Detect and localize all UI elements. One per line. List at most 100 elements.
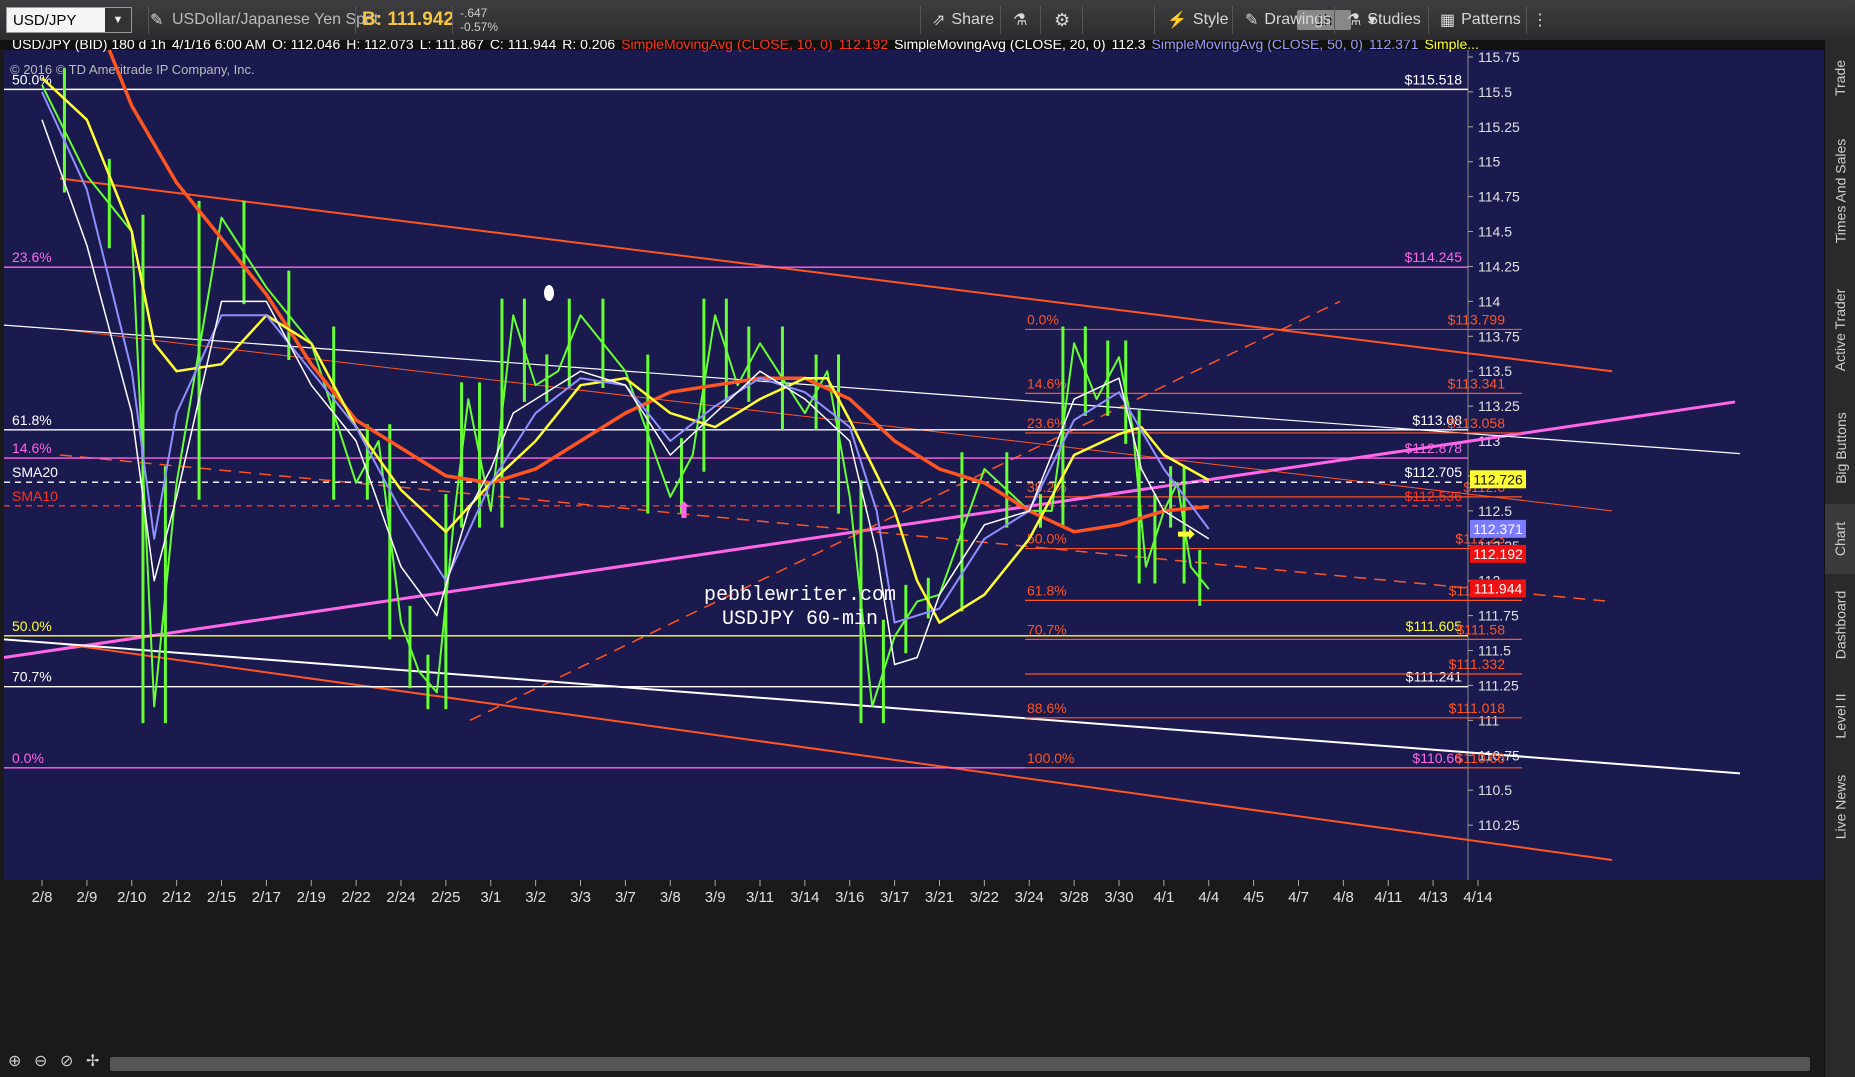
studies-button[interactable]: ⚗ Studies <box>1347 0 1421 40</box>
x-tick-label: 2/22 <box>342 889 371 906</box>
toolbar: USD/JPY ▼ ✎ USDollar/Japanese Yen Spot B… <box>0 0 1855 41</box>
sidebar-tab-dashboard[interactable]: Dashboard <box>1825 575 1855 675</box>
x-tick-label: 2/9 <box>76 889 97 906</box>
x-tick-label: 3/28 <box>1060 889 1089 906</box>
fib-label: 23.6% <box>1027 415 1067 431</box>
y-tick-label: 115.25 <box>1478 119 1520 135</box>
x-tick-label: 2/12 <box>162 889 191 906</box>
x-tick-label: 4/11 <box>1374 889 1402 906</box>
sidebar-tab-big-buttons[interactable]: Big Buttons <box>1825 393 1855 503</box>
cursor-icon[interactable]: ✢ <box>86 1051 99 1071</box>
x-tick-label: 3/9 <box>705 889 726 906</box>
drawings-label: Drawings <box>1264 11 1332 28</box>
level-price: $111.605 <box>1406 618 1463 634</box>
price-tag-label: 112.726 <box>1473 471 1523 487</box>
patterns-icon: ▦ <box>1440 12 1456 29</box>
y-tick-label: 110.5 <box>1478 782 1512 798</box>
x-tick-label: 4/5 <box>1243 889 1264 906</box>
flask-icon: ⚗ <box>1347 12 1362 29</box>
sidebar-tab-active-trader[interactable]: Active Trader <box>1825 267 1855 392</box>
y-tick-label: 114.5 <box>1478 224 1512 240</box>
sidebar-tab-live-news[interactable]: Live News <box>1825 757 1855 857</box>
bid-price: B: 111.942 <box>362 9 454 30</box>
divider <box>1334 6 1335 34</box>
flask-icon[interactable]: ⚗ <box>1013 0 1027 40</box>
level-price: $114.245 <box>1405 249 1463 265</box>
x-tick-label: 3/22 <box>970 889 999 906</box>
fib-price: $110.66 <box>1455 750 1505 766</box>
white-marker <box>544 285 554 301</box>
zoom-out-icon[interactable]: ⊖ <box>34 1051 47 1071</box>
arrow-up-icon: ⬆ <box>675 498 693 523</box>
share-button[interactable]: ⇗ Share <box>932 0 994 40</box>
fib-price: $113.341 <box>1448 375 1506 391</box>
x-tick-label: 2/25 <box>431 889 460 906</box>
level-price: $112.878 <box>1405 440 1463 456</box>
fib-label: 61.8% <box>1027 582 1067 598</box>
y-tick-label: 112.5 <box>1478 503 1512 519</box>
y-tick-label: 115 <box>1478 154 1501 170</box>
level-label: 23.6% <box>12 249 52 265</box>
symbol-value: USD/JPY <box>13 11 77 29</box>
drawings-button[interactable]: ✎ Drawings <box>1245 0 1331 40</box>
divider <box>1428 6 1429 34</box>
divider <box>1040 6 1041 34</box>
x-tick-label: 3/14 <box>790 889 819 906</box>
x-tick-label: 2/17 <box>252 889 281 906</box>
divider <box>1526 6 1527 34</box>
level-price: $112.705 <box>1405 464 1463 480</box>
x-tick-label: 2/8 <box>32 889 53 906</box>
x-tick-label: 2/24 <box>386 889 415 906</box>
symbol-selector[interactable]: USD/JPY ▼ <box>6 7 132 33</box>
fib-price: $111.018 <box>1449 700 1506 716</box>
divider <box>920 6 921 34</box>
change-block: -.647 -0.57% <box>460 0 498 40</box>
sidebar-tab-level-ii[interactable]: Level II <box>1825 676 1855 756</box>
price-chart[interactable]: USD/JPY (BID) 180 d 1h 4/1/16 6:00 AM O: 1… <box>0 40 1824 1077</box>
y-tick-label: 113.25 <box>1478 398 1520 414</box>
y-axis-bg <box>1468 50 1824 880</box>
x-tick-label: 4/1 <box>1153 889 1174 906</box>
x-tick-label: 3/7 <box>615 889 636 906</box>
sidebar-tab-trade[interactable]: Trade <box>1825 40 1855 115</box>
y-tick-label: 115.75 <box>1478 49 1520 65</box>
overflow-icon[interactable]: ⋮ <box>1532 0 1548 40</box>
zoom-reset-icon[interactable]: ⊘ <box>60 1051 73 1071</box>
sidebar-tab-times-and-sales[interactable]: Times And Sales <box>1825 116 1855 266</box>
x-tick-label: 3/1 <box>480 889 501 906</box>
sidebar-tab-label: Dashboard <box>1832 590 1849 660</box>
right-sidebar: Trade Times And Sales Active Trader Big … <box>1824 40 1855 1077</box>
fib-price: $111.332 <box>1449 656 1506 672</box>
sidebar-tab-chart[interactable]: Chart <box>1825 504 1855 574</box>
chevron-down-icon[interactable]: ▼ <box>105 8 131 32</box>
link-icon[interactable]: ✎ <box>150 0 163 40</box>
plot-background <box>4 50 1468 880</box>
change-value: -.647 <box>460 6 488 20</box>
x-tick-label: 4/7 <box>1288 889 1309 906</box>
chart-header-info: USD/JPY (BID) 180 d 1h 4/1/16 6:00 AM O: 1… <box>12 40 1479 52</box>
y-tick-label: 113.75 <box>1478 328 1520 344</box>
price-tag-label: 112.192 <box>1473 546 1523 562</box>
horizontal-scrollbar[interactable] <box>110 1057 1810 1071</box>
level-label: 50.0% <box>12 618 52 634</box>
patterns-button[interactable]: ▦ Patterns <box>1440 0 1521 40</box>
sidebar-tab-label: Level II <box>1832 693 1849 739</box>
style-label: Style <box>1192 11 1229 28</box>
zoom-in-icon[interactable]: ⊕ <box>8 1051 21 1071</box>
price-tag-label: 111.944 <box>1474 581 1523 597</box>
gear-icon[interactable]: ⚙ <box>1054 0 1070 40</box>
style-button[interactable]: ⚡ Style <box>1167 0 1229 40</box>
x-tick-label: 4/14 <box>1463 889 1492 906</box>
sidebar-tab-label: Chart <box>1832 521 1849 557</box>
price-tag-label: 112.371 <box>1473 521 1523 537</box>
x-tick-label: 3/17 <box>880 889 909 906</box>
sidebar-tab-label: Live News <box>1832 774 1849 840</box>
watermark-line: pebblewriter.com <box>704 584 896 607</box>
symbol-description: USDollar/Japanese Yen Spot <box>172 11 379 28</box>
fib-price: $113.058 <box>1448 415 1506 431</box>
divider <box>1154 6 1155 34</box>
x-tick-label: 3/21 <box>925 889 954 906</box>
share-icon: ⇗ <box>932 12 946 29</box>
x-tick-label: 3/16 <box>835 889 864 906</box>
studies-label: Studies <box>1367 11 1421 28</box>
